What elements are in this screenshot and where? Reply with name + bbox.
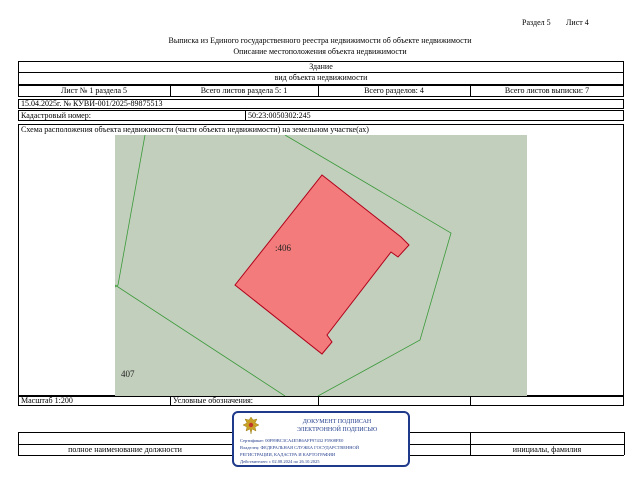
total-section-sheets: Всего листов раздела 5: 1: [200, 86, 288, 95]
emblem-icon: [242, 416, 260, 435]
scheme-title: Схема расположения объекта недвижимости …: [21, 125, 369, 134]
sheet-no: Лист № 1 раздела 5: [60, 86, 128, 95]
stamp-line-2: ЭЛЕКТРОННОЙ ПОДПИСЬЮ: [296, 427, 378, 433]
stamp-certificate: Сертификат: 00F89BC3CA4E5B6AFF97432 F590…: [240, 438, 344, 443]
parcel-label-407: 407: [121, 369, 135, 379]
name-label: инициалы, фамилия: [512, 445, 582, 454]
total-extract-sheets: Всего листов выписки: 7: [504, 86, 590, 95]
legend-label: Условные обозначения:: [173, 396, 254, 405]
electronic-signature-stamp: ДОКУМЕНТ ПОДПИСАН ЭЛЕКТРОННОЙ ПОДПИСЬЮ С…: [232, 411, 410, 467]
position-label: полное наименование должности: [68, 445, 182, 454]
cadastral-number: 50:23:0050302:245: [248, 111, 311, 120]
parcel-label-406: :406: [275, 243, 292, 253]
stamp-owner-2: РЕГИСТРАЦИИ, КАДАСТРА И КАРТОГРАФИИ: [240, 452, 336, 457]
date-number: 15.04.2025г. № КУВИ-001/2025-89875513: [21, 99, 163, 108]
scheme-map: :406 407: [115, 135, 527, 396]
sheet-number: Лист 4: [566, 18, 589, 27]
document-title: Выписка из Единого государственного реес…: [168, 36, 472, 45]
stamp-valid: Действителен: с 02.08.2024 по 26.10.2025: [240, 459, 320, 464]
object-type-label: вид объекта недвижимости: [274, 73, 368, 82]
total-sections: Всего разделов: 4: [364, 86, 424, 95]
object-type-value: Здание: [309, 62, 333, 71]
stamp-line-1: ДОКУМЕНТ ПОДПИСАН: [302, 419, 372, 425]
document-subtitle: Описание местоположения объекта недвижим…: [233, 47, 407, 56]
cadastral-label: Кадастровый номер:: [21, 111, 91, 120]
scale-legend-row: [18, 396, 624, 406]
stamp-owner-1: Владелец: ФЕДЕРАЛЬНАЯ СЛУЖБА ГОСУДАРСТВЕ…: [240, 445, 360, 450]
scale-label: Масштаб 1:200: [21, 396, 73, 405]
section-number: Раздел 5: [522, 18, 551, 27]
cadastral-row: [18, 110, 624, 121]
